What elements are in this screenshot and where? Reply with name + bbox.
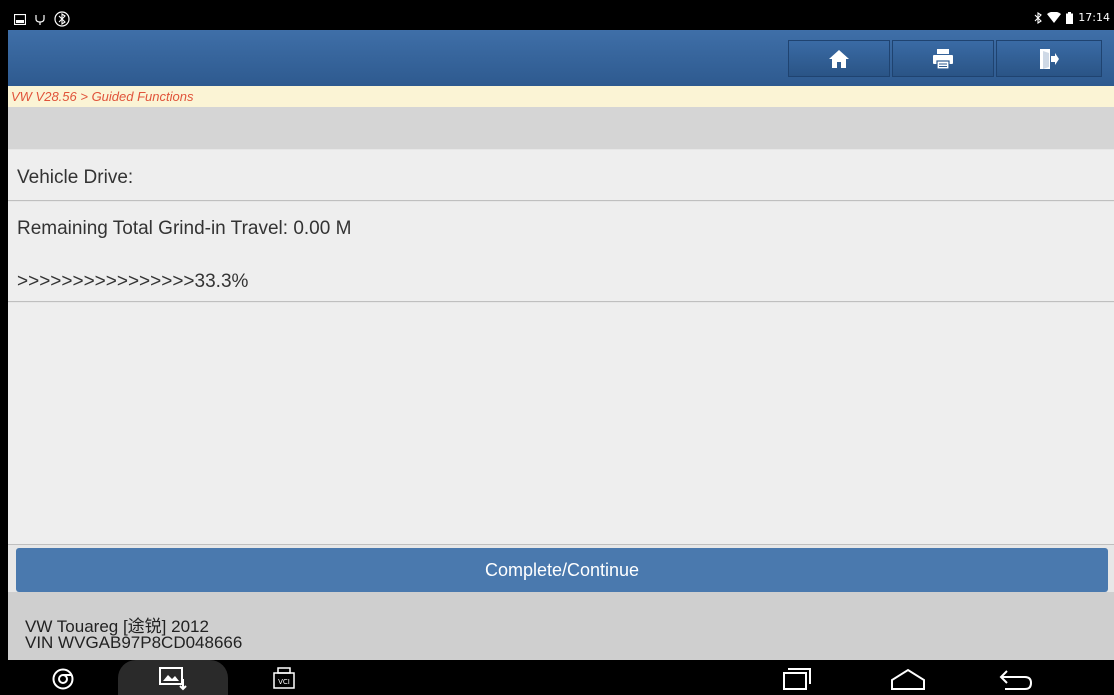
recent-apps-icon: [783, 668, 811, 690]
vehicle-drive-row: Vehicle Drive:: [8, 150, 1114, 201]
vci-button[interactable]: VCI: [270, 664, 298, 694]
vehicle-vin: VIN WVGAB97P8CD048666: [25, 633, 243, 652]
bluetooth-icon: [1034, 11, 1043, 24]
app-header: [8, 30, 1114, 86]
home-button[interactable]: [788, 40, 890, 77]
breadcrumb: VW V28.56 > Guided Functions: [8, 86, 1114, 107]
bluetooth-circle-icon: [54, 11, 70, 27]
recent-apps-button[interactable]: [780, 664, 814, 694]
print-button[interactable]: [892, 40, 994, 77]
vehicle-drive-label: Vehicle Drive:: [17, 167, 134, 188]
exit-button[interactable]: [996, 40, 1102, 77]
status-bar: 17:14: [8, 8, 1114, 30]
status-right-icons: 17:14: [1034, 11, 1110, 24]
wifi-icon: [1047, 12, 1062, 23]
printer-icon: [933, 48, 953, 70]
vehicle-info: VW Touareg [途锐] 2012 VIN WVGAB97P8CD0486…: [8, 592, 1114, 660]
vci-icon: VCI: [273, 667, 295, 689]
screenshot-icon: [14, 13, 26, 25]
exit-icon: [1040, 48, 1059, 69]
svg-text:VCI: VCI: [278, 678, 290, 686]
back-icon: [999, 670, 1033, 690]
app-frame: 17:14 VW V28.56 > Guided Functions Vehic…: [8, 8, 1114, 695]
home-nav-icon: [891, 668, 925, 690]
chrome-button[interactable]: [48, 664, 78, 694]
progress-text: >>>>>>>>>>>>>>>>33.3%: [17, 271, 249, 292]
gallery-download-button[interactable]: [156, 664, 190, 694]
complete-continue-button[interactable]: Complete/Continue: [16, 548, 1108, 592]
android-nav-bar: VCI: [8, 660, 1114, 695]
home-icon: [829, 49, 849, 68]
action-bar: Complete/Continue: [8, 546, 1114, 592]
status-left-icons: [14, 11, 70, 27]
travel-row: Remaining Total Grind-in Travel: 0.00 M …: [8, 202, 1114, 302]
battery-icon: [1066, 11, 1074, 24]
usb-debug-icon: [35, 15, 45, 25]
home-nav-button[interactable]: [888, 664, 928, 694]
header-spacer: [8, 107, 1114, 149]
chrome-icon: [52, 668, 74, 690]
remaining-travel-text: Remaining Total Grind-in Travel: 0.00 M: [17, 218, 352, 239]
back-button[interactable]: [998, 664, 1034, 694]
gallery-download-icon: [159, 667, 187, 691]
content-empty-area: [8, 303, 1114, 545]
status-time: 17:14: [1078, 11, 1110, 24]
